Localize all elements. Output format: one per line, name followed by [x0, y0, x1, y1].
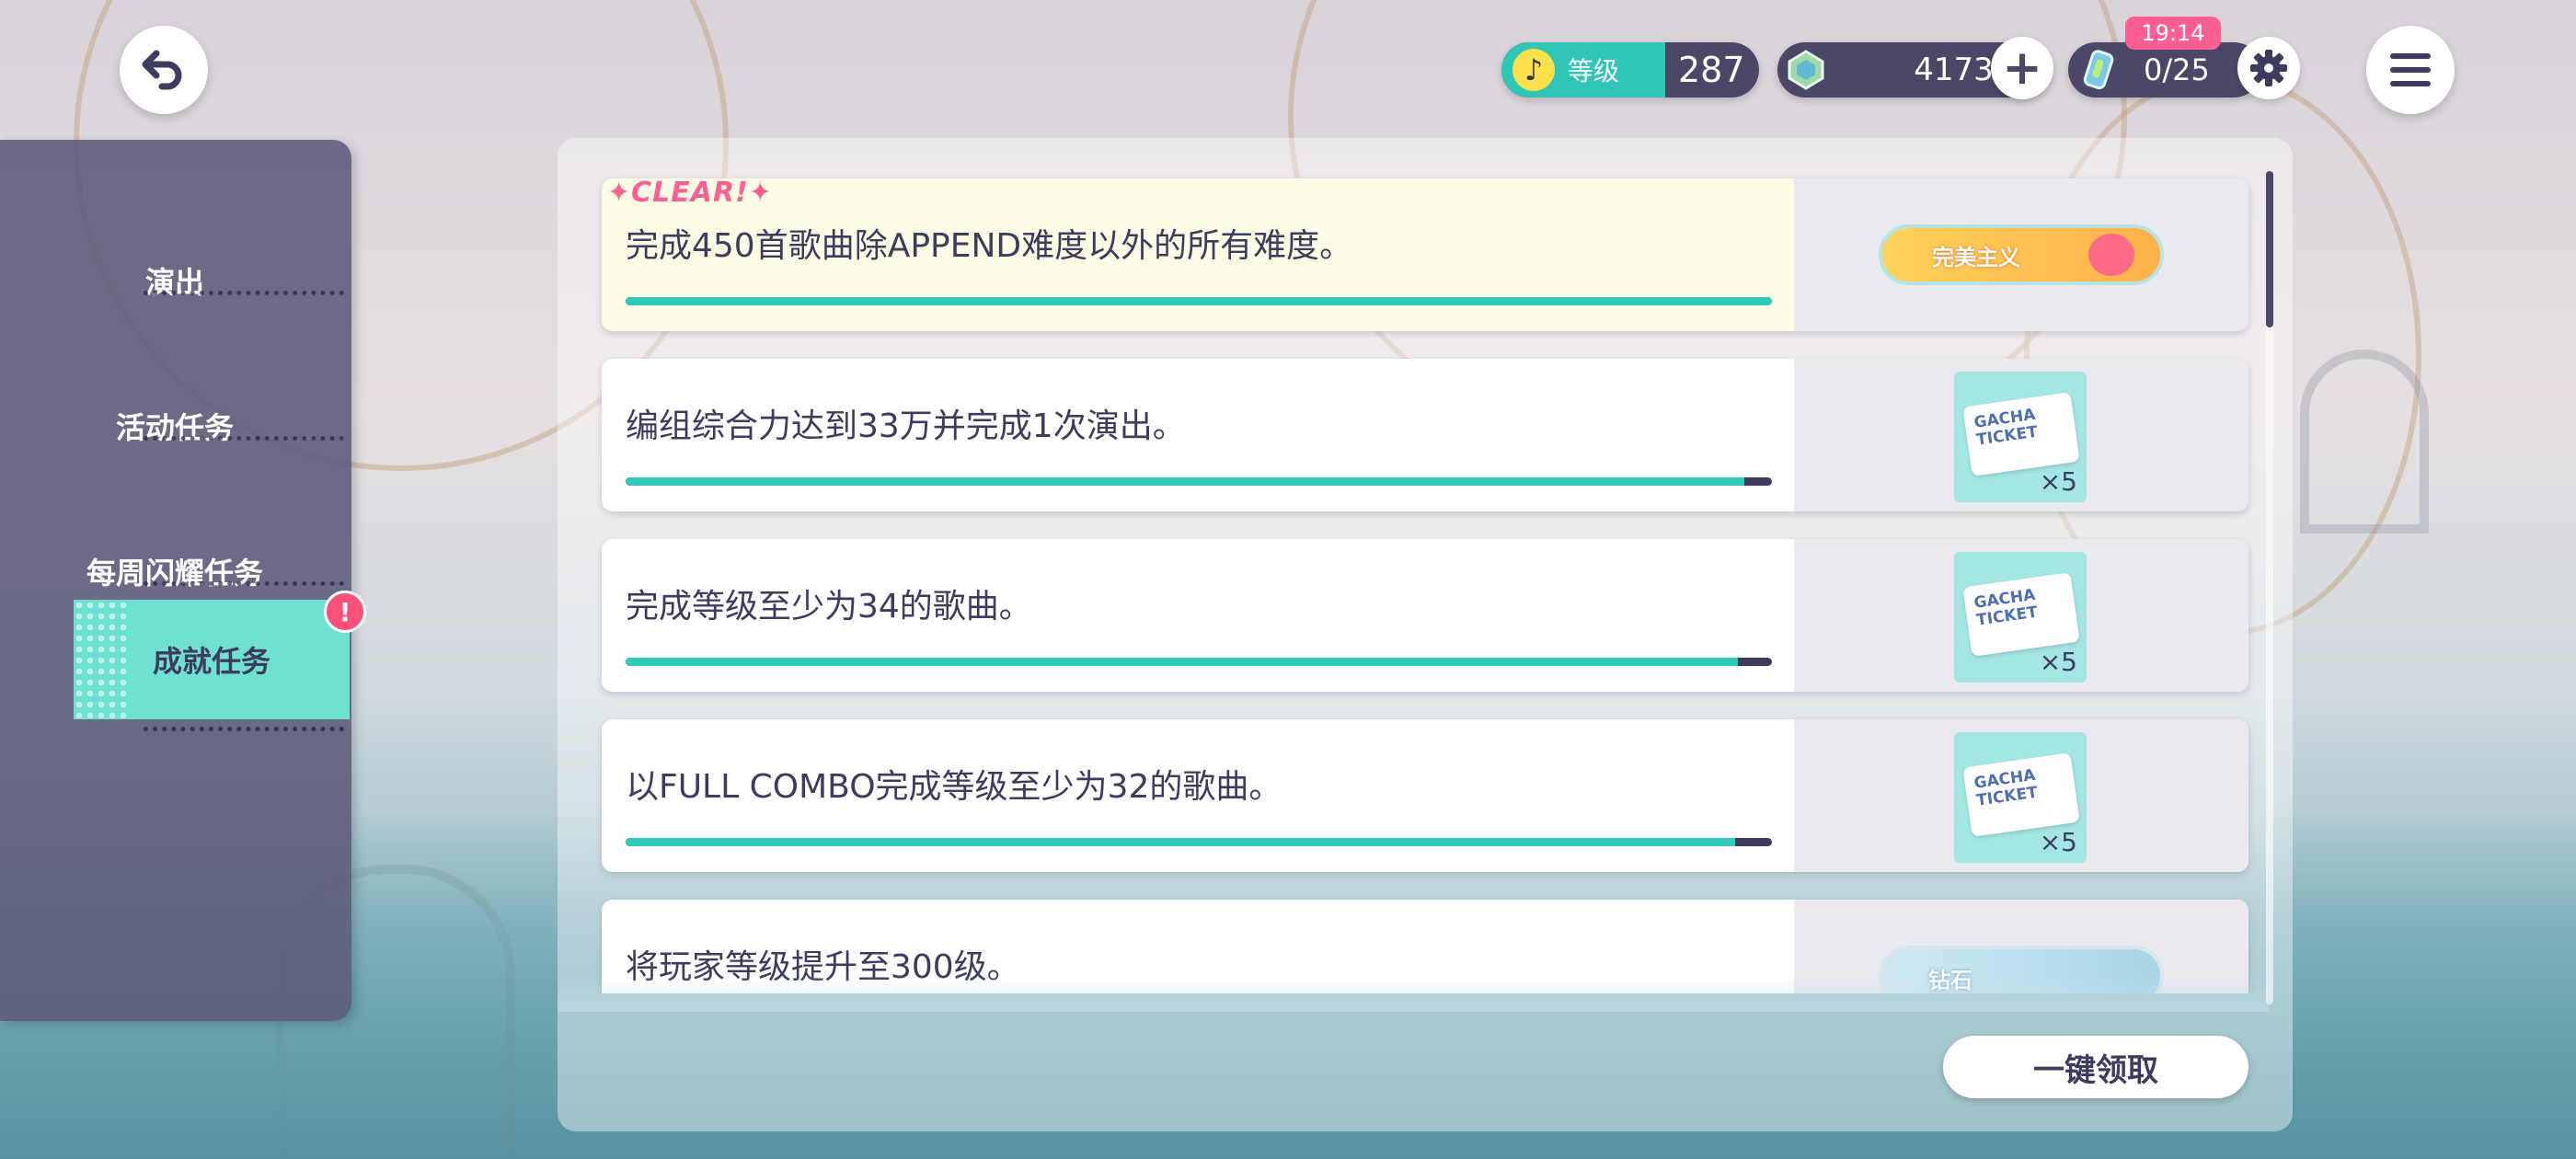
mission-info: 编组综合力达到33万并完成1次演出。: [602, 359, 1794, 511]
mission-text: 编组综合力达到33万并完成1次演出。: [626, 407, 1186, 445]
sidebar-divider: [144, 291, 344, 295]
ticket-icon: GACHA TICKET: [1962, 572, 2080, 657]
rose-icon: [2088, 234, 2134, 276]
scrollbar[interactable]: [2266, 171, 2273, 1004]
progress-fill: [626, 838, 1736, 846]
energy-count: 0/25: [2144, 52, 2210, 87]
title-badge-label: 完美主义: [1932, 245, 2020, 270]
title-badge-reward: 完美主义: [1879, 224, 2164, 285]
sidebar-item-label: 成就任务: [152, 644, 270, 679]
music-note-icon: ♪: [1512, 49, 1555, 91]
mission-info: 以FULL COMBO完成等级至少为32的歌曲。: [602, 719, 1794, 872]
gacha-ticket-reward: GACHA TICKET ×5: [1954, 552, 2087, 683]
crystal-icon: [1788, 50, 1824, 90]
mission-progress-bar: [626, 297, 1772, 305]
sidebar-item-event-missions[interactable]: 活动任务: [0, 366, 350, 486]
ticket-icon: GACHA TICKET: [1962, 752, 2080, 837]
mission-card[interactable]: 以FULL COMBO完成等级至少为32的歌曲。 GACHA TICKET ×5: [602, 719, 2248, 872]
gacha-ticket-reward: GACHA TICKET ×5: [1954, 372, 2087, 502]
reward-quantity: ×5: [2039, 466, 2077, 497]
background-window: [2300, 350, 2429, 534]
clear-tag: ✦CLEAR!✦: [607, 178, 773, 209]
mission-reward: 完美主义: [1794, 178, 2248, 331]
player-level-display: ♪ 等级 287: [1501, 42, 1759, 98]
mission-list[interactable]: ✦CLEAR!✦ 完成450首歌曲除APPEND难度以外的所有难度。 完美主义 …: [558, 175, 2269, 993]
mission-reward: GACHA TICKET ×5: [1794, 359, 2248, 511]
ticket-label: GACHA TICKET: [1972, 765, 2039, 810]
reward-quantity: ×5: [2039, 827, 2077, 857]
reward-quantity: ×5: [2039, 647, 2077, 677]
mission-text: 以FULL COMBO完成等级至少为32的歌曲。: [626, 768, 1282, 806]
hamburger-menu-icon: [2390, 53, 2431, 86]
sidebar-divider: [144, 436, 344, 441]
mission-info: ✦CLEAR!✦ 完成450首歌曲除APPEND难度以外的所有难度。: [602, 178, 1794, 331]
sidebar-item-label: 每周闪耀任务: [86, 556, 263, 591]
add-crystal-button[interactable]: +: [1991, 37, 2053, 99]
progress-fill: [626, 658, 1738, 666]
settings-button[interactable]: [2237, 37, 2300, 99]
back-arrow-icon: [142, 50, 182, 90]
level-label-segment: ♪ 等级: [1501, 42, 1665, 98]
sidebar-divider: [144, 727, 344, 731]
mission-text: 完成450首歌曲除APPEND难度以外的所有难度。: [626, 227, 1353, 265]
mission-reward: GACHA TICKET ×5: [1794, 719, 2248, 872]
sidebar-item-label: 演出: [144, 265, 204, 300]
claim-all-button[interactable]: 一键领取: [1943, 1036, 2248, 1098]
mission-card[interactable]: 编组综合力达到33万并完成1次演出。 GACHA TICKET ×5: [602, 359, 2248, 511]
gacha-ticket-reward: GACHA TICKET ×5: [1954, 732, 2087, 863]
ticket-label: GACHA TICKET: [1972, 405, 2039, 450]
ticket-label: GACHA TICKET: [1972, 585, 2039, 630]
ticket-icon: GACHA TICKET: [1962, 392, 2080, 476]
mission-progress-bar: [626, 838, 1772, 846]
notification-badge: !: [324, 591, 366, 633]
scrollbar-thumb[interactable]: [2266, 171, 2273, 327]
mission-reward: GACHA TICKET ×5: [1794, 539, 2248, 692]
energy-drink-icon: [2083, 50, 2114, 90]
sidebar-divider: [144, 581, 344, 586]
energy-display: 0/25: [2068, 42, 2261, 98]
mission-card[interactable]: ✦CLEAR!✦ 完成450首歌曲除APPEND难度以外的所有难度。 完美主义: [602, 178, 2248, 331]
level-value: 287: [1678, 50, 1745, 90]
mission-info: 完成等级至少为34的歌曲。: [602, 539, 1794, 692]
sidebar-item-performance[interactable]: 演出: [0, 221, 350, 340]
mission-text: 完成等级至少为34的歌曲。: [626, 588, 1032, 625]
sidebar-item-label: 活动任务: [115, 410, 234, 445]
list-fade-overlay: [558, 975, 2269, 1012]
level-label: 等级: [1568, 56, 1620, 86]
main-menu-button[interactable]: [2366, 26, 2455, 114]
energy-timer-badge: 19:14: [2125, 17, 2221, 50]
gear-icon: [2250, 50, 2287, 86]
sidebar-item-achievement-missions[interactable]: 成就任务: [74, 600, 350, 719]
mission-card[interactable]: 完成等级至少为34的歌曲。 GACHA TICKET ×5: [602, 539, 2248, 692]
progress-fill: [626, 297, 1772, 305]
plus-icon: +: [2002, 40, 2042, 96]
progress-fill: [626, 477, 1745, 486]
mission-progress-bar: [626, 477, 1772, 486]
back-button[interactable]: [120, 26, 208, 114]
mission-category-sidebar: 演出 活动任务 每周闪耀任务 成就任务: [0, 140, 351, 1021]
mission-progress-bar: [626, 658, 1772, 666]
